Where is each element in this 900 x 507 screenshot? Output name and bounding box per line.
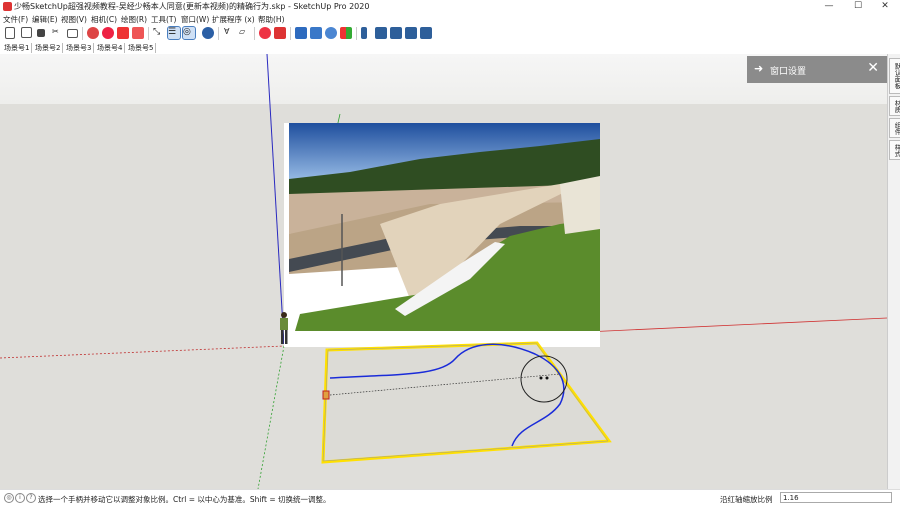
section-icon[interactable]	[295, 27, 307, 39]
rectangle-icon[interactable]	[132, 27, 144, 39]
eraser-icon[interactable]	[102, 27, 114, 39]
sketchup-logo-icon	[3, 2, 12, 11]
xray-icon[interactable]	[361, 27, 367, 39]
menu-extensions[interactable]: 扩展程序 (x)	[212, 14, 255, 25]
title-bar: 少畅SketchUp超强视频教程-吴经少畅本人同意(更新本视频)的精确行为.sk…	[0, 0, 900, 13]
scene-tab-4[interactable]: 场景号4	[95, 43, 126, 53]
scale-grip-handle[interactable]	[322, 390, 330, 400]
cut-icon[interactable]: ✂	[52, 27, 64, 39]
paint-icon[interactable]	[117, 27, 129, 39]
side-tab-components[interactable]: 组件	[889, 118, 900, 138]
viewport-canvas[interactable]	[0, 54, 887, 489]
menu-file[interactable]: 文件(F)	[3, 14, 28, 25]
scale-icon[interactable]: ◎	[182, 26, 196, 40]
axes-icon[interactable]	[274, 27, 286, 39]
save-icon[interactable]	[37, 29, 45, 37]
print-icon[interactable]	[67, 29, 78, 38]
side-tab-styles[interactable]: 样式	[889, 140, 900, 160]
help-icon[interactable]: ?	[26, 493, 36, 503]
measurements-label: 沿红轴缩放比例	[720, 495, 773, 504]
maximize-button[interactable]: ☐	[845, 0, 871, 13]
right-tray-tabs: 默认面板 材质 组件 样式	[887, 54, 900, 489]
tape-icon[interactable]	[259, 27, 271, 39]
menu-tools[interactable]: 工具(T)	[151, 14, 176, 25]
photo-panel[interactable]	[284, 123, 600, 347]
scene-tab-2[interactable]: 场景号2	[33, 43, 64, 53]
new-icon[interactable]	[5, 27, 15, 39]
geo-location-icon[interactable]: ◎	[4, 493, 14, 503]
menu-window[interactable]: 窗口(W)	[181, 14, 209, 25]
status-bar: ◎ i ? 选择一个手柄并移动它以调整对象比例。Ctrl = 以中心为基准。Sh…	[0, 489, 900, 507]
menu-camera[interactable]: 相机(C)	[91, 14, 117, 25]
toolbar: ✂ ⤡ ☰ ◎ ∀ ▱	[0, 25, 900, 42]
menu-draw[interactable]: 绘图(R)	[121, 14, 147, 25]
menu-edit[interactable]: 编辑(E)	[32, 14, 58, 25]
close-button[interactable]: ✕	[872, 0, 898, 13]
tray-close-icon[interactable]: ✕	[867, 60, 879, 76]
open-icon[interactable]	[21, 27, 32, 38]
minimize-button[interactable]: —	[816, 0, 842, 13]
default-tray-panel[interactable]: ➜ 窗口设置 ✕	[747, 56, 887, 83]
push-pull-icon[interactable]: ⤡	[153, 27, 165, 39]
style-icon[interactable]	[340, 27, 352, 39]
move-icon[interactable]: ☰	[167, 26, 181, 40]
menu-bar: 文件(F) 编辑(E) 视图(V) 相机(C) 绘图(R) 工具(T) 窗口(W…	[0, 13, 900, 25]
scale-center-point	[539, 376, 543, 380]
measurements-field[interactable]: 1.16	[780, 492, 892, 503]
tray-arrow-icon[interactable]: ➜	[754, 62, 763, 75]
shadow-icon[interactable]	[375, 27, 387, 39]
credits-icon[interactable]: i	[15, 493, 25, 503]
menu-help[interactable]: 帮助(H)	[258, 14, 285, 25]
pan-icon[interactable]: ▱	[239, 27, 251, 39]
orbit-icon[interactable]: ∀	[224, 27, 236, 39]
modeling-viewport[interactable]	[0, 54, 887, 489]
tray-title: 窗口设置	[770, 67, 807, 77]
side-tab-materials[interactable]: 材质	[889, 96, 900, 116]
rotate-icon[interactable]	[202, 27, 214, 39]
warehouse-icon[interactable]	[310, 27, 322, 39]
scale-drag-point	[545, 376, 549, 380]
component-icon[interactable]	[325, 27, 337, 39]
layer-icon[interactable]	[390, 27, 402, 39]
iso-view-icon[interactable]	[405, 27, 417, 39]
scene-tab-5[interactable]: 场景号5	[126, 43, 157, 53]
scene-tab-1[interactable]: 场景号1	[2, 43, 33, 53]
menu-view[interactable]: 视图(V)	[61, 14, 87, 25]
select-icon[interactable]	[87, 27, 99, 39]
scene-tabs: 场景号1 场景号2 场景号3 场景号4 场景号5	[0, 42, 900, 53]
status-hint: 选择一个手柄并移动它以调整对象比例。Ctrl = 以中心为基准。Shift = …	[38, 495, 331, 504]
window-title: 少畅SketchUp超强视频教程-吴经少畅本人同意(更新本视频)的精确行为.sk…	[14, 2, 370, 11]
scene-tab-3[interactable]: 场景号3	[64, 43, 95, 53]
side-tab-default[interactable]: 默认面板	[889, 58, 900, 94]
zoom-extents-icon[interactable]	[420, 27, 432, 39]
